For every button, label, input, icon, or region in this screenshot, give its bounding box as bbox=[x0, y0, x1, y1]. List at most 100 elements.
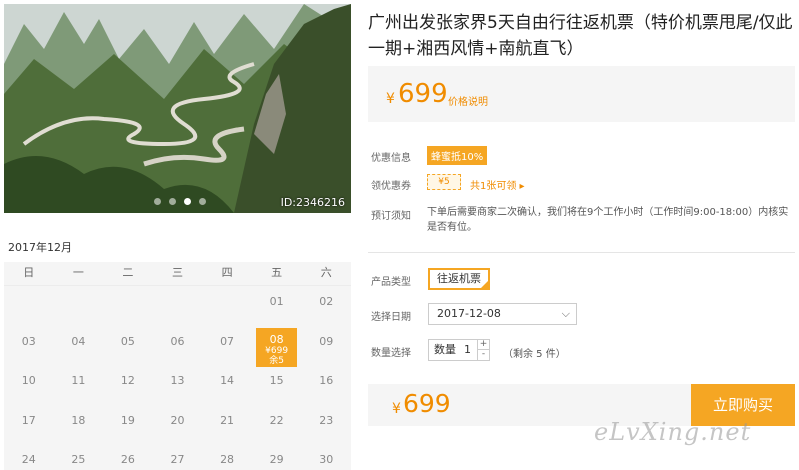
calendar-day-selected[interactable]: 08 ¥699 余5 bbox=[252, 326, 302, 367]
chevron-down-icon: ⌵ bbox=[561, 307, 570, 320]
calendar-day[interactable]: 30 bbox=[301, 444, 351, 470]
day-number: 02 bbox=[319, 295, 334, 308]
day-number: 16 bbox=[319, 374, 334, 387]
calendar-day[interactable]: 05 bbox=[103, 326, 153, 366]
calendar-day[interactable]: 26 bbox=[103, 444, 153, 470]
weekday-wed: 三 bbox=[171, 266, 183, 279]
day-number: 12 bbox=[120, 374, 135, 387]
calendar-day[interactable]: 25 bbox=[54, 444, 104, 470]
weekday-tue: 二 bbox=[122, 266, 134, 279]
discount-badge: 蜂蜜抵10% bbox=[427, 146, 488, 165]
calendar-day[interactable]: 21 bbox=[202, 405, 252, 445]
day-number: 23 bbox=[319, 413, 334, 427]
carousel-dots bbox=[154, 198, 206, 205]
day-number: 19 bbox=[120, 413, 135, 427]
notice-label: 预订须知 bbox=[371, 211, 411, 222]
calendar-day[interactable]: 10 bbox=[4, 365, 54, 405]
decrement-button[interactable]: - bbox=[477, 350, 489, 360]
price-value: 699 bbox=[398, 79, 448, 109]
calendar-day[interactable]: 14 bbox=[202, 365, 252, 405]
calendar-day[interactable]: 15 bbox=[252, 365, 302, 405]
calendar-day[interactable]: 28 bbox=[202, 444, 252, 470]
calendar-day[interactable]: 24 bbox=[4, 444, 54, 470]
calendar-day[interactable]: 12 bbox=[103, 365, 153, 405]
calendar: 日 一 二 三 四 五 六 01 02 03 04 05 06 07 08 ¥6… bbox=[4, 262, 351, 470]
day-number: 09 bbox=[319, 334, 334, 348]
calendar-day[interactable]: 13 bbox=[153, 365, 203, 405]
calendar-empty-cell bbox=[4, 286, 54, 326]
product-title: 广州出发张家界5天自由行往返机票（特价机票甩尾/仅此一期+湘西风情+南航直飞） bbox=[368, 13, 793, 59]
calendar-day[interactable]: 16 bbox=[301, 365, 351, 405]
product-type-option[interactable]: 往返机票 bbox=[428, 268, 490, 290]
photo-id-label: ID:2346216 bbox=[280, 196, 345, 209]
calendar-day[interactable]: 27 bbox=[153, 444, 203, 470]
calendar-day[interactable]: 29 bbox=[252, 444, 302, 470]
date-label: 选择日期 bbox=[371, 312, 411, 323]
calendar-empty-cell bbox=[153, 286, 203, 326]
weekday-fri: 五 bbox=[271, 266, 283, 279]
quantity-value[interactable]: 1 bbox=[464, 340, 471, 360]
price-box: ¥ 699 价格说明 bbox=[368, 66, 795, 122]
product-photo[interactable]: ID:2346216 bbox=[4, 4, 351, 213]
date-select[interactable]: 2017-12-08 ⌵ bbox=[428, 303, 577, 325]
day-number: 30 bbox=[319, 453, 334, 466]
bottom-price-value: 699 bbox=[403, 389, 451, 418]
calendar-month-tab[interactable]: 2017年12月 bbox=[4, 239, 74, 264]
carousel-dot[interactable] bbox=[169, 198, 176, 205]
calendar-day[interactable]: 17 bbox=[4, 405, 54, 445]
day-number: 28 bbox=[220, 453, 235, 466]
calendar-day[interactable]: 19 bbox=[103, 405, 153, 445]
day-number: 18 bbox=[71, 413, 86, 427]
weekday-sat: 六 bbox=[320, 266, 332, 279]
day-number: 26 bbox=[120, 453, 135, 466]
weekday-sun: 日 bbox=[23, 266, 35, 279]
discount-label: 优惠信息 bbox=[371, 153, 411, 164]
selected-day-remain: 余5 bbox=[269, 355, 284, 366]
calendar-day[interactable]: 11 bbox=[54, 365, 104, 405]
calendar-day[interactable]: 03 bbox=[4, 326, 54, 366]
calendar-day[interactable]: 23 bbox=[301, 405, 351, 445]
day-number: 14 bbox=[220, 374, 235, 387]
weekday-thu: 四 bbox=[221, 266, 233, 279]
calendar-day[interactable]: 22 bbox=[252, 405, 302, 445]
quantity-stepper[interactable]: 数量 1 + - bbox=[428, 339, 490, 361]
day-number: 11 bbox=[71, 374, 86, 387]
quantity-label: 数量选择 bbox=[371, 348, 411, 359]
carousel-dot-active[interactable] bbox=[184, 198, 191, 205]
day-number: 01 bbox=[269, 295, 284, 308]
calendar-day[interactable]: 20 bbox=[153, 405, 203, 445]
calendar-day[interactable]: 01 bbox=[252, 286, 302, 326]
day-number: 15 bbox=[269, 374, 284, 387]
bottom-price-currency: ¥ bbox=[392, 401, 401, 417]
calendar-day[interactable]: 18 bbox=[54, 405, 104, 445]
day-number: 29 bbox=[269, 453, 284, 466]
day-number: 25 bbox=[71, 453, 86, 466]
day-number: 27 bbox=[170, 453, 185, 466]
calendar-weekday-header: 日 一 二 三 四 五 六 bbox=[4, 262, 351, 286]
calendar-grid: 01 02 03 04 05 06 07 08 ¥699 余5 09 10 11… bbox=[4, 286, 351, 470]
calendar-day[interactable]: 02 bbox=[301, 286, 351, 326]
calendar-day[interactable]: 07 bbox=[202, 326, 252, 366]
price-note-link[interactable]: 价格说明 bbox=[448, 93, 488, 108]
calendar-day[interactable]: 04 bbox=[54, 326, 104, 366]
carousel-dot[interactable] bbox=[154, 198, 161, 205]
coupon-claim-link[interactable]: 共1张可领 ▸ bbox=[470, 177, 525, 192]
day-number: 10 bbox=[21, 374, 36, 387]
coupon-ticket[interactable]: ¥5 bbox=[427, 174, 461, 190]
calendar-day[interactable]: 06 bbox=[153, 326, 203, 366]
coupon-label: 领优惠券 bbox=[371, 181, 411, 192]
selected-day-box: 08 ¥699 余5 bbox=[255, 327, 298, 367]
watermark-logo: eLvXing.net bbox=[594, 418, 752, 446]
calendar-empty-cell bbox=[103, 286, 153, 326]
date-select-value: 2017-12-08 bbox=[437, 307, 501, 320]
day-number: 13 bbox=[170, 374, 185, 387]
calendar-day[interactable]: 09 bbox=[301, 326, 351, 366]
day-number: 04 bbox=[71, 334, 86, 348]
mountain-road-photo bbox=[4, 4, 351, 213]
day-number: 21 bbox=[220, 413, 235, 427]
notice-text: 下单后需要商家二次确认，我们将在9个工作小时（工作时间9:00-18:00）内核… bbox=[427, 207, 789, 233]
day-number: 17 bbox=[21, 413, 36, 427]
day-number: 03 bbox=[21, 334, 36, 348]
carousel-dot[interactable] bbox=[199, 198, 206, 205]
day-number: 05 bbox=[120, 334, 135, 348]
